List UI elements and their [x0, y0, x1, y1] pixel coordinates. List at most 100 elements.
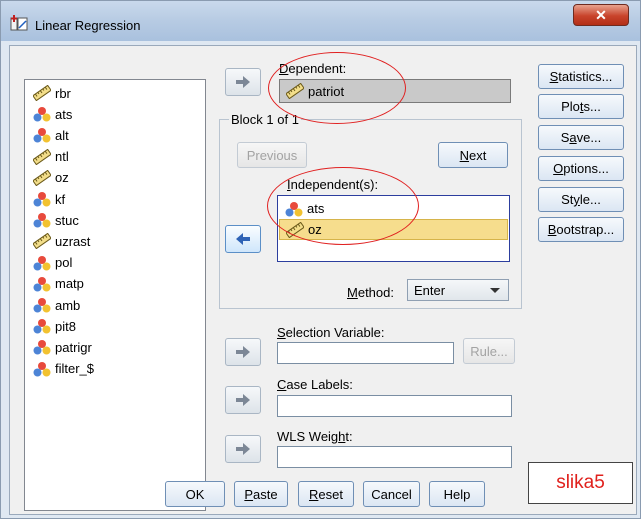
- nominal-icon: [33, 340, 51, 355]
- rule-label: Rule...: [470, 343, 508, 359]
- title-bar[interactable]: Linear Regression ✕: [1, 1, 640, 41]
- variable-item[interactable]: alt: [33, 125, 69, 145]
- variable-label: pol: [55, 255, 73, 271]
- options-label: Options...: [553, 161, 609, 176]
- statistics-button[interactable]: Statistics...: [538, 64, 624, 89]
- arrow-right-icon: [236, 443, 250, 455]
- arrow-right-icon: [236, 346, 250, 358]
- arrow-right-icon: [236, 76, 250, 88]
- ok-label: OK: [185, 486, 205, 502]
- move-to-wls-button[interactable]: [225, 435, 261, 463]
- nominal-icon: [33, 128, 51, 143]
- nominal-icon: [33, 107, 51, 122]
- variable-label: matp: [55, 276, 84, 292]
- variable-item[interactable]: pit8: [33, 316, 76, 336]
- variable-item[interactable]: patrigr: [33, 337, 92, 357]
- annotation-label: slika5: [528, 462, 633, 504]
- variable-item[interactable]: amb: [33, 295, 80, 315]
- method-select[interactable]: Enter: [407, 279, 509, 301]
- variable-item[interactable]: kf: [33, 189, 65, 209]
- next-label: Next: [459, 147, 487, 163]
- arrow-right-icon: [236, 394, 250, 406]
- case-labels-field[interactable]: [277, 395, 512, 417]
- variable-item[interactable]: pol: [33, 253, 72, 273]
- variable-item[interactable]: oz: [33, 168, 69, 188]
- nominal-icon: [33, 298, 51, 313]
- save-button[interactable]: Save...: [538, 125, 624, 150]
- variable-label: kf: [55, 191, 66, 207]
- wls-weight-label: WLS Weight:: [277, 429, 353, 444]
- previous-label: Previous: [246, 147, 298, 163]
- move-to-selection-button[interactable]: [225, 338, 261, 366]
- variable-item[interactable]: ats: [33, 104, 72, 124]
- bootstrap-label: Bootstrap...: [547, 222, 615, 237]
- help-label: Help: [443, 486, 471, 502]
- variable-item[interactable]: stuc: [33, 210, 79, 230]
- annotation-circle-dependent: [268, 52, 406, 124]
- ruler-icon: [33, 85, 51, 101]
- variable-label: oz: [55, 170, 69, 186]
- style-button[interactable]: Style...: [538, 187, 624, 212]
- regression-icon: [10, 15, 28, 31]
- annotation-circle-independent: [267, 167, 419, 245]
- linear-regression-dialog: Linear Regression ✕ rbr ats alt ntl oz kf stuc…: [0, 0, 641, 519]
- arrow-left-icon: [236, 233, 250, 245]
- variable-label: stuc: [55, 212, 79, 228]
- ruler-icon: [33, 169, 51, 186]
- move-to-independent-button[interactable]: [225, 225, 261, 253]
- nominal-icon: [33, 213, 51, 228]
- paste-button[interactable]: Paste: [234, 481, 288, 507]
- nominal-icon: [33, 361, 51, 377]
- nominal-icon: [33, 255, 51, 271]
- paste-label: Paste: [244, 486, 278, 502]
- case-labels-label: Case Labels:: [277, 377, 353, 392]
- variable-item[interactable]: matp: [33, 274, 84, 294]
- variable-label: alt: [55, 127, 69, 143]
- variable-item[interactable]: ntl: [33, 147, 69, 167]
- reset-label: Reset: [309, 486, 343, 502]
- method-value: Enter: [414, 282, 446, 298]
- chevron-down-icon: [490, 288, 500, 293]
- cancel-label: Cancel: [371, 486, 412, 502]
- nominal-icon: [33, 319, 51, 334]
- move-to-dependent-button[interactable]: [225, 68, 261, 96]
- variable-label: filter_$: [55, 361, 95, 377]
- help-button[interactable]: Help: [429, 481, 485, 507]
- previous-button[interactable]: Previous: [237, 142, 307, 168]
- variable-label: amb: [55, 297, 81, 313]
- options-button[interactable]: Options...: [538, 156, 624, 181]
- plots-label: Plots...: [561, 99, 601, 114]
- variable-item[interactable]: uzrast: [33, 231, 90, 251]
- source-variable-list[interactable]: rbr ats alt ntl oz kf stuc uzrast pol matp amb pit8…: [24, 79, 206, 511]
- nominal-icon: [33, 276, 51, 292]
- style-label: Style...: [561, 192, 601, 207]
- variable-label: ntl: [55, 149, 69, 165]
- ruler-icon: [33, 148, 51, 165]
- statistics-label: Statistics...: [549, 69, 613, 84]
- variable-label: patrigr: [55, 339, 92, 355]
- close-button[interactable]: ✕: [573, 4, 629, 26]
- variable-item[interactable]: rbr: [33, 83, 71, 103]
- reset-button[interactable]: Reset: [298, 481, 354, 507]
- next-button[interactable]: Next: [438, 142, 508, 168]
- variable-item[interactable]: filter_$: [33, 359, 94, 379]
- selection-label: Selection Variable:: [277, 325, 385, 340]
- wls-weight-field[interactable]: [277, 446, 512, 468]
- variable-label: rbr: [55, 85, 71, 101]
- save-label: Save...: [560, 130, 602, 145]
- move-to-case-labels-button[interactable]: [225, 386, 261, 414]
- close-icon: ✕: [595, 7, 607, 23]
- selection-variable-field[interactable]: [277, 342, 454, 364]
- cancel-button[interactable]: Cancel: [363, 481, 420, 507]
- ruler-icon: [33, 233, 51, 250]
- window-title: Linear Regression: [35, 18, 141, 33]
- variable-label: ats: [55, 106, 73, 122]
- variable-label: uzrast: [55, 233, 91, 249]
- method-label: Method:: [347, 285, 394, 300]
- bootstrap-button[interactable]: Bootstrap...: [538, 217, 624, 242]
- variable-label: pit8: [55, 318, 76, 334]
- rule-button[interactable]: Rule...: [463, 338, 515, 364]
- plots-button[interactable]: Plots...: [538, 94, 624, 119]
- nominal-icon: [33, 192, 51, 207]
- ok-button[interactable]: OK: [165, 481, 225, 507]
